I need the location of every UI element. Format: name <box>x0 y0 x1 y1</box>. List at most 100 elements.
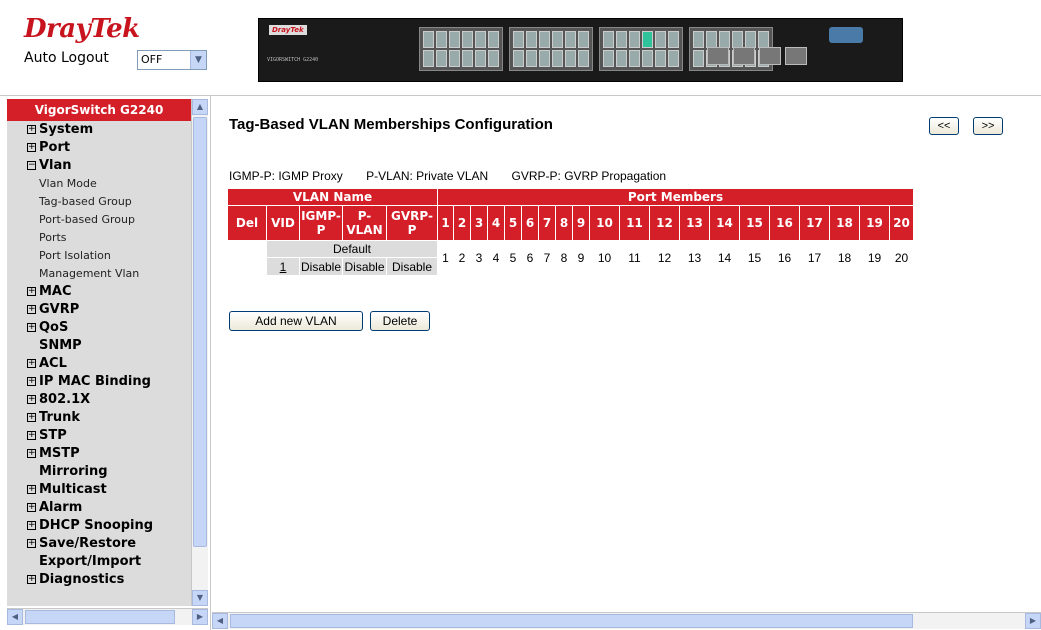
port-member-cell[interactable]: 3 <box>470 240 488 276</box>
sidebar-item-port-isolation[interactable]: Port Isolation <box>7 247 191 265</box>
expand-icon[interactable]: + <box>27 287 36 296</box>
scrollbar-thumb[interactable] <box>25 610 175 624</box>
port-member-cell[interactable]: 14 <box>709 240 740 276</box>
sidebar-item-gvrp[interactable]: + GVRP <box>7 301 191 319</box>
port-member-cell[interactable]: 11 <box>619 240 650 276</box>
sidebar-item-port[interactable]: + Port <box>7 139 191 157</box>
port-member-cell[interactable]: 4 <box>487 240 505 276</box>
expand-icon[interactable]: + <box>27 449 36 458</box>
expand-icon[interactable]: + <box>27 395 36 404</box>
sidebar-title[interactable]: VigorSwitch G2240 <box>7 99 191 121</box>
expand-icon[interactable]: + <box>27 521 36 530</box>
scroll-right-icon[interactable]: ▶ <box>192 609 208 625</box>
scrollbar-thumb[interactable] <box>230 614 913 628</box>
sidebar-item-vlan[interactable]: − Vlan <box>7 157 191 175</box>
chevron-down-icon[interactable]: ▼ <box>190 51 206 69</box>
port-header: 2 <box>453 205 471 241</box>
collapse-icon[interactable]: − <box>27 161 36 170</box>
vid-link[interactable]: 1 <box>266 257 300 276</box>
auto-logout-select[interactable]: OFF ▼ <box>137 50 207 70</box>
expand-icon[interactable]: + <box>27 359 36 368</box>
sidebar-item-mirroring[interactable]: Mirroring <box>7 463 191 481</box>
scroll-down-icon[interactable]: ▼ <box>192 590 208 606</box>
port-header: 13 <box>679 205 710 241</box>
sidebar-item-acl[interactable]: + ACL <box>7 355 191 373</box>
sidebar-item-export-import[interactable]: Export/Import <box>7 553 191 571</box>
expand-icon[interactable]: + <box>27 305 36 314</box>
legend-igmp: IGMP-P: IGMP Proxy <box>229 169 343 183</box>
expand-icon[interactable]: + <box>27 377 36 386</box>
expand-icon[interactable]: + <box>27 431 36 440</box>
auto-logout-label: Auto Logout <box>24 50 109 66</box>
expand-icon[interactable]: + <box>27 485 36 494</box>
del-checkbox-cell[interactable] <box>227 240 267 276</box>
sidebar-item-management-vlan[interactable]: Management Vlan <box>7 265 191 283</box>
sidebar-item-vlan-mode[interactable]: Vlan Mode <box>7 175 191 193</box>
port-header: 14 <box>709 205 740 241</box>
sidebar-item-label: Tag-based Group <box>39 195 132 208</box>
expand-icon[interactable]: + <box>27 323 36 332</box>
expand-icon[interactable]: + <box>27 125 36 134</box>
scroll-right-icon[interactable]: ▶ <box>1025 613 1041 629</box>
sidebar-item-system[interactable]: + System <box>7 121 191 139</box>
sidebar-item-label: Save/Restore <box>39 536 137 551</box>
sidebar-horizontal-scrollbar[interactable]: ◀ ▶ <box>7 608 208 625</box>
port-member-cell[interactable]: 20 <box>889 240 914 276</box>
sidebar-item-dhcp-snooping[interactable]: + DHCP Snooping <box>7 517 191 535</box>
sidebar-item-ports[interactable]: Ports <box>7 229 191 247</box>
sidebar-item-qos[interactable]: + QoS <box>7 319 191 337</box>
sidebar-item-label: IP MAC Binding <box>39 374 151 389</box>
expand-icon[interactable]: + <box>27 503 36 512</box>
sidebar-item-trunk[interactable]: + Trunk <box>7 409 191 427</box>
port-member-cell[interactable]: 8 <box>555 240 573 276</box>
header: DrayTek Auto Logout OFF ▼ DrayTek VIGORS… <box>0 0 1041 96</box>
scrollbar-thumb[interactable] <box>193 117 207 547</box>
vid-link-text[interactable]: 1 <box>280 260 287 274</box>
sidebar-item-tag-based-group[interactable]: Tag-based Group <box>7 193 191 211</box>
port-member-cell[interactable]: 5 <box>504 240 522 276</box>
sidebar-item-diagnostics[interactable]: + Diagnostics <box>7 571 191 589</box>
sidebar-item-label: QoS <box>39 320 69 335</box>
sidebar-item-alarm[interactable]: + Alarm <box>7 499 191 517</box>
sidebar-item-802-1x[interactable]: +802.1X <box>7 391 191 409</box>
port-member-cell[interactable]: 13 <box>679 240 710 276</box>
sidebar-item-mstp[interactable]: + MSTP <box>7 445 191 463</box>
port-member-cell[interactable]: 9 <box>572 240 590 276</box>
port-member-cell[interactable]: 18 <box>829 240 860 276</box>
sidebar-item-stp[interactable]: + STP <box>7 427 191 445</box>
port-member-cell[interactable]: 7 <box>538 240 556 276</box>
port-member-cell[interactable]: 2 <box>453 240 471 276</box>
expand-icon[interactable]: + <box>27 413 36 422</box>
port-member-cell[interactable]: 19 <box>859 240 890 276</box>
sidebar-item-multicast[interactable]: + Multicast <box>7 481 191 499</box>
next-page-button[interactable]: >> <box>973 117 1003 135</box>
sidebar-vertical-scrollbar[interactable]: ▲ ▼ <box>191 99 208 606</box>
expand-icon[interactable]: + <box>27 575 36 584</box>
add-new-vlan-button[interactable]: Add new VLAN <box>229 311 363 331</box>
delete-button[interactable]: Delete <box>370 311 430 331</box>
prev-page-button[interactable]: << <box>929 117 959 135</box>
sidebar-item-mac[interactable]: + MAC <box>7 283 191 301</box>
scroll-left-icon[interactable]: ◀ <box>212 613 228 629</box>
port-member-cell[interactable]: 16 <box>769 240 800 276</box>
sidebar-item-ip-mac-binding[interactable]: + IP MAC Binding <box>7 373 191 391</box>
port-member-cell[interactable]: 1 <box>437 240 454 276</box>
scroll-up-icon[interactable]: ▲ <box>192 99 208 115</box>
port-member-cell[interactable]: 6 <box>521 240 539 276</box>
expand-icon[interactable]: + <box>27 539 36 548</box>
port-member-cell[interactable]: 12 <box>649 240 680 276</box>
port-member-cell[interactable]: 15 <box>739 240 770 276</box>
scroll-left-icon[interactable]: ◀ <box>7 609 23 625</box>
port-members-header: Port Members <box>437 188 914 206</box>
port-member-cell[interactable]: 10 <box>589 240 620 276</box>
main-content: Tag-Based VLAN Memberships Configuration… <box>212 96 1041 630</box>
sidebar-item-save-restore[interactable]: + Save/Restore <box>7 535 191 553</box>
port-group <box>599 27 683 71</box>
port-member-cell[interactable]: 17 <box>799 240 830 276</box>
sidebar-item-label: Vlan <box>39 158 72 173</box>
sidebar-item-snmp[interactable]: SNMP <box>7 337 191 355</box>
sidebar-item-port-based-group[interactable]: Port-based Group <box>7 211 191 229</box>
main-horizontal-scrollbar[interactable]: ◀ ▶ <box>212 612 1041 629</box>
expand-icon[interactable]: + <box>27 143 36 152</box>
port-header: 18 <box>829 205 860 241</box>
